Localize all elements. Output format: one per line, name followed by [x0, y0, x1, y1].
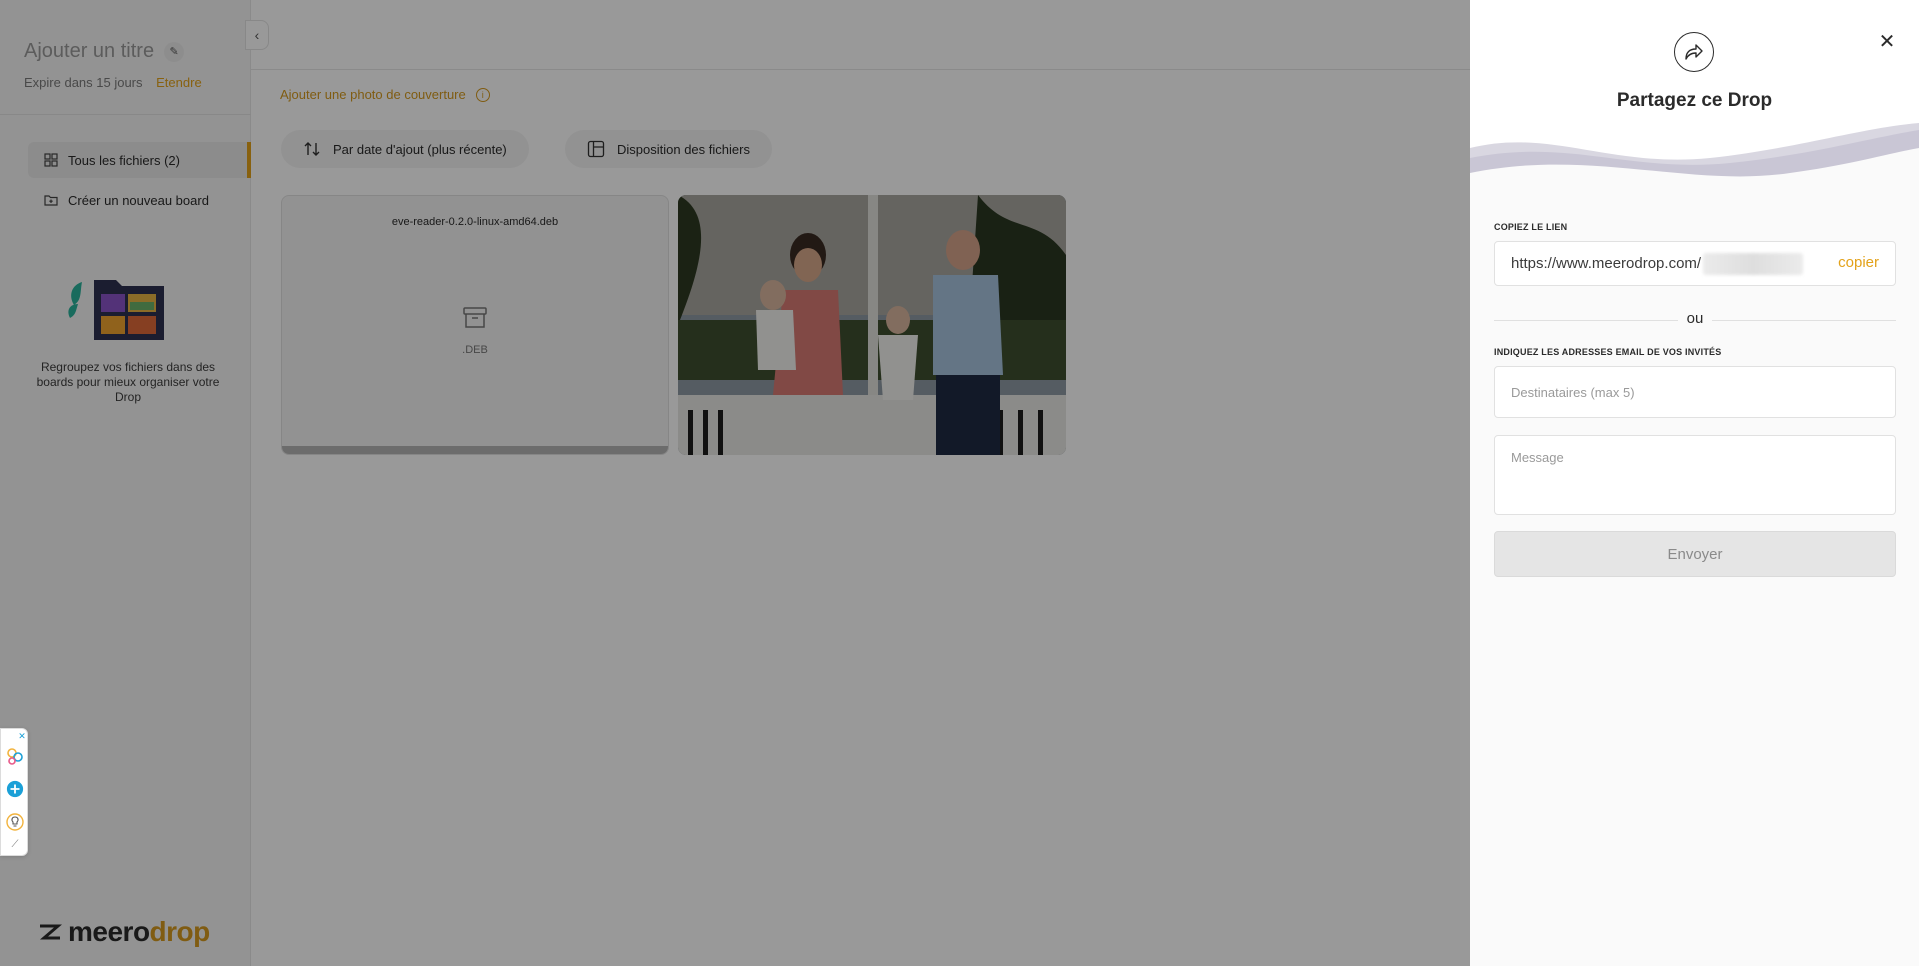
- share-panel: ✕ Partagez ce Drop COPIEZ LE LIEN https:…: [1470, 0, 1919, 966]
- resize-handle-icon[interactable]: ⟋: [6, 835, 24, 853]
- recipients-input[interactable]: [1494, 366, 1896, 418]
- share-icon: [1674, 32, 1714, 72]
- redacted-link-part: [1703, 252, 1804, 275]
- close-icon[interactable]: ✕: [17, 731, 27, 741]
- plus-icon[interactable]: [6, 780, 24, 798]
- or-label: ou: [1678, 310, 1712, 327]
- copy-link-button[interactable]: copier: [1838, 254, 1879, 271]
- modal-backdrop[interactable]: [0, 0, 1470, 966]
- message-textarea[interactable]: [1494, 435, 1896, 515]
- copy-link-label: COPIEZ LE LIEN: [1494, 222, 1568, 232]
- send-button[interactable]: Envoyer: [1494, 531, 1896, 577]
- lightbulb-icon[interactable]: [6, 813, 24, 831]
- puzzle-icon[interactable]: [6, 747, 24, 765]
- share-link-url: https://www.meerodrop.com/: [1511, 255, 1702, 272]
- email-label: INDIQUEZ LES ADRESSES EMAIL DE VOS INVIT…: [1494, 347, 1722, 357]
- close-icon[interactable]: ✕: [1876, 30, 1898, 53]
- panel-title: Partagez ce Drop: [1616, 90, 1773, 111]
- share-link-field[interactable]: https://www.meerodrop.com/ copier: [1494, 241, 1896, 286]
- or-separator: ou: [1494, 308, 1896, 328]
- decorative-wave: [1470, 123, 1919, 198]
- floating-widget: ✕ ⟋: [0, 728, 28, 856]
